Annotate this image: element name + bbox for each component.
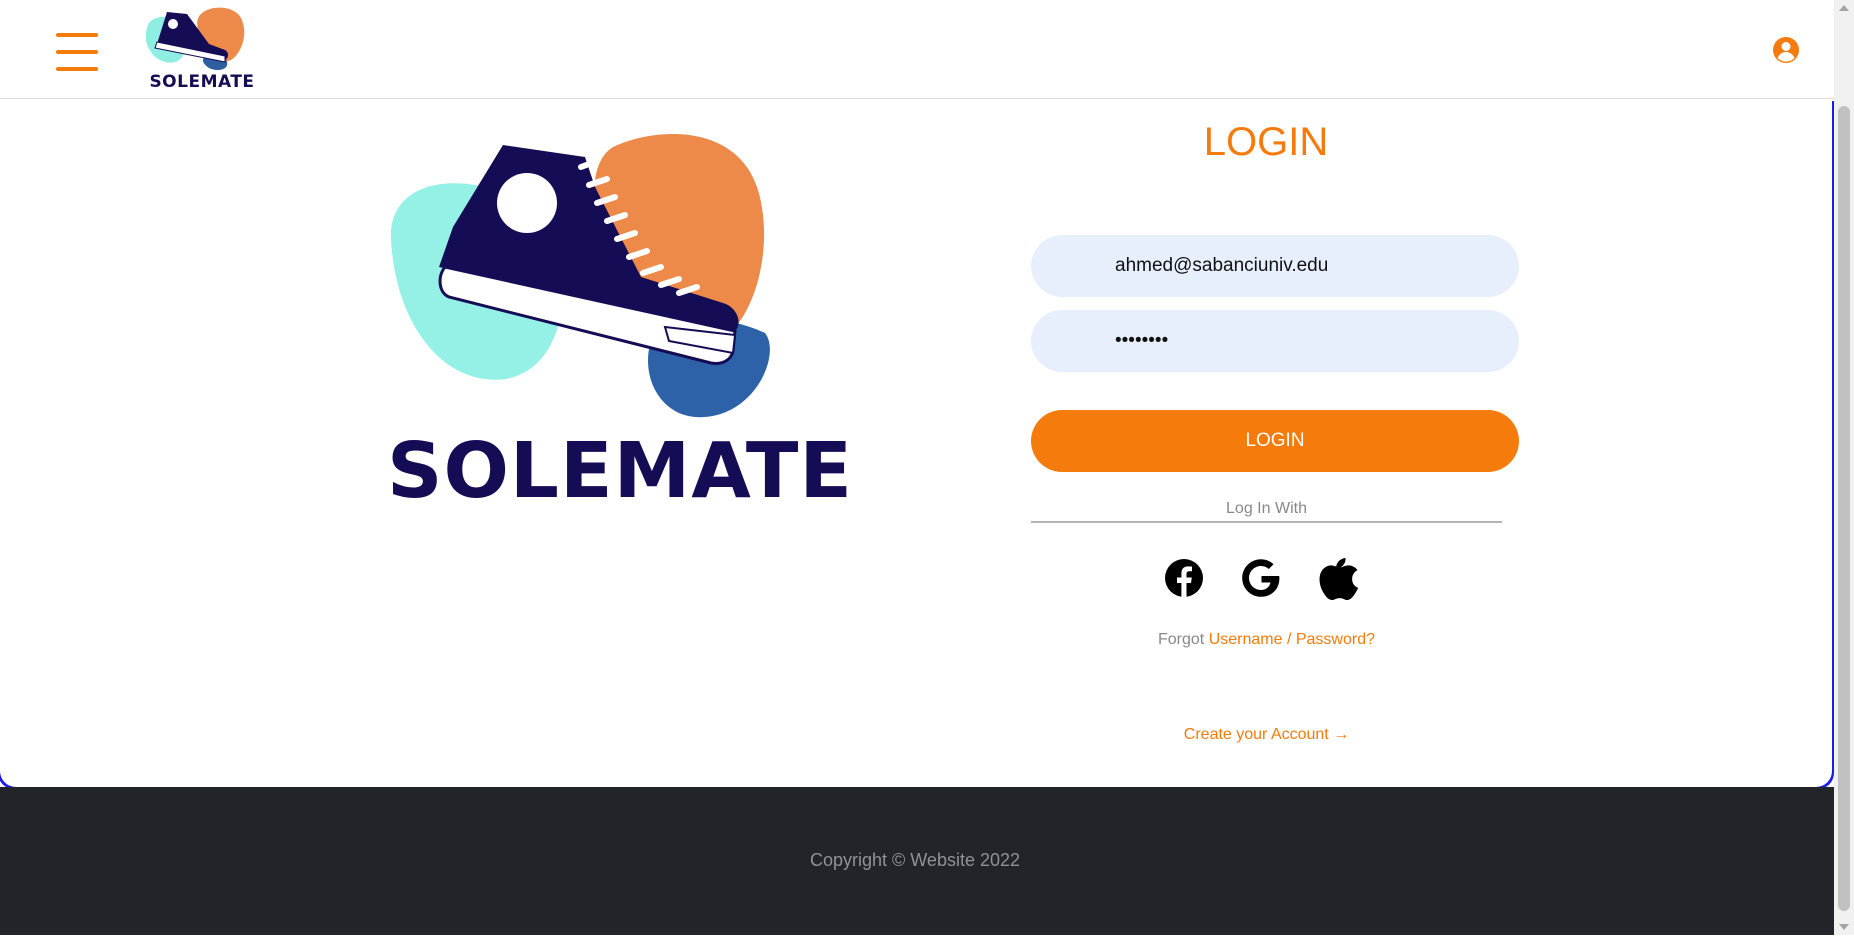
password-field[interactable] [1031,310,1519,372]
login-card: SOLEMATE LOGIN LOGIN Log In With F [0,99,1832,787]
brand-logo[interactable]: SOLEMATE [145,6,257,92]
sneaker-logo-graphic [145,7,245,70]
forgot-prefix: Forgot [1158,631,1205,648]
login-with-label: Log In With [1226,500,1307,517]
hero-logo: SOLEMATE [385,127,855,516]
footer: Copyright © Website 2022 [0,787,1834,935]
scrollbar-thumb[interactable] [1838,106,1850,911]
menu-bar [56,33,98,37]
hero-brand-name: SOLEMATE [387,427,853,516]
menu-bar [56,67,98,71]
brand-name: SOLEMATE [149,72,255,92]
login-title: LOGIN [1203,120,1329,164]
scroll-down-arrow-icon[interactable] [1834,919,1854,935]
vertical-scrollbar[interactable] [1834,0,1854,935]
login-button[interactable]: LOGIN [1031,410,1519,472]
user-circle-icon[interactable] [1772,36,1800,64]
menu-bar [56,50,98,54]
scroll-up-arrow-icon[interactable] [1834,0,1854,16]
forgot-link[interactable]: Username / Password? [1209,631,1375,648]
google-icon[interactable] [1241,556,1281,600]
page: SOLEMATE SOLEMATE LOGIN ahmed@sabanciuni… [0,0,1834,935]
copyright-text: Copyright © Website 2022 [809,850,1021,870]
create-account-link[interactable]: Create your Account → [1031,726,1502,744]
divider [1031,521,1502,523]
email-field[interactable] [1031,235,1519,297]
facebook-icon[interactable] [1164,556,1204,600]
sneaker-illustration [390,133,770,418]
forgot-credentials-text: Forgot Username / Password? [1031,631,1502,649]
navbar: SOLEMATE [0,0,1834,99]
apple-icon[interactable] [1319,556,1359,600]
hamburger-menu-icon[interactable] [56,33,98,71]
